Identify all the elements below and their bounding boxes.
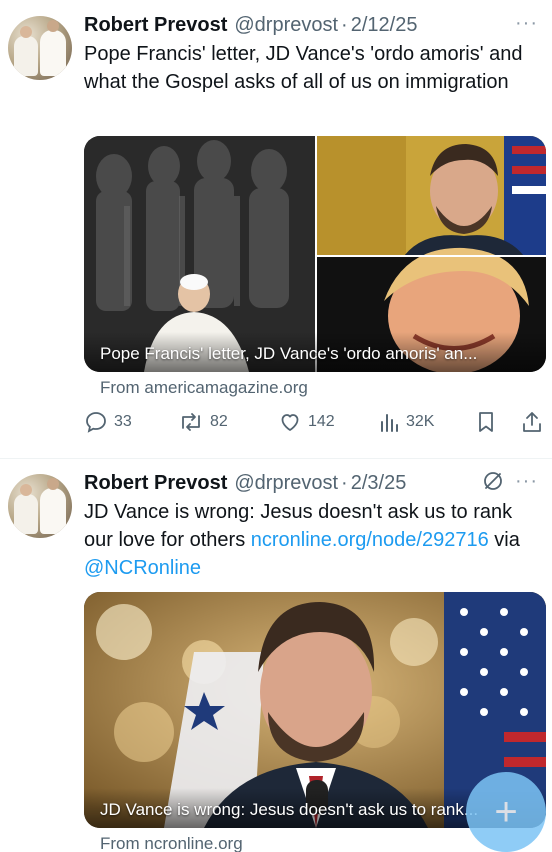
author-handle[interactable]: @drprevost xyxy=(234,472,338,495)
tweet-date[interactable]: 2/3/25 xyxy=(351,472,407,495)
tweet-date[interactable]: 2/12/25 xyxy=(351,14,418,37)
link-card[interactable]: Pope Francis' letter, JD Vance's 'ordo a… xyxy=(84,136,546,372)
bookmark-button[interactable] xyxy=(474,410,504,434)
views-button[interactable]: 32K xyxy=(378,410,434,434)
more-options-icon[interactable]: ··· xyxy=(515,12,538,35)
reply-count: 33 xyxy=(114,413,132,430)
grok-icon[interactable] xyxy=(482,470,504,498)
author-name[interactable]: Robert Prevost xyxy=(84,472,227,495)
views-count: 32K xyxy=(406,413,435,430)
tweet-text-part: via xyxy=(488,529,520,551)
tweet-mention-link[interactable]: @NCRonline xyxy=(84,557,201,579)
like-button[interactable]: 142 xyxy=(278,410,335,434)
author-handle[interactable]: @drprevost xyxy=(234,14,338,37)
compose-button[interactable]: + xyxy=(466,772,546,852)
tweet-link-url[interactable]: ncronline.org/node/292716 xyxy=(251,529,489,551)
compose-plus-icon: + xyxy=(494,790,518,834)
tweet-header: Robert Prevost @drprevost · 2/3/25 xyxy=(84,468,406,498)
action-bar: 33 82 142 32K xyxy=(84,410,546,440)
share-icon xyxy=(523,412,541,432)
separator-dot: · xyxy=(341,471,348,494)
card-source[interactable]: From americamagazine.org xyxy=(100,378,308,398)
tweet-text: Pope Francis' letter, JD Vance's 'ordo a… xyxy=(84,43,523,93)
heart-icon xyxy=(281,414,299,431)
card-caption: Pope Francis' letter, JD Vance's 'ordo a… xyxy=(100,344,478,363)
separator-dot: · xyxy=(341,13,348,36)
repost-count: 82 xyxy=(210,413,228,430)
tweet-1[interactable]: Robert Prevost @drprevost · 2/12/25 ··· … xyxy=(0,0,552,450)
tweet-2[interactable]: Robert Prevost @drprevost · 2/3/25 ··· J… xyxy=(0,458,552,852)
repost-button[interactable]: 82 xyxy=(178,410,228,434)
avatar[interactable] xyxy=(8,16,72,80)
reply-icon xyxy=(86,412,106,433)
more-options-icon[interactable]: ··· xyxy=(515,470,538,493)
analytics-icon xyxy=(381,414,398,432)
tweet-text: JD Vance is wrong: Jesus doesn't ask us … xyxy=(84,498,534,582)
share-button[interactable] xyxy=(520,410,550,434)
reply-button[interactable]: 33 xyxy=(84,410,132,434)
repost-icon xyxy=(182,413,200,431)
card-source[interactable]: From ncronline.org xyxy=(100,834,243,852)
avatar[interactable] xyxy=(8,474,72,538)
like-count: 142 xyxy=(308,413,335,430)
bookmark-icon xyxy=(479,412,493,432)
author-name[interactable]: Robert Prevost xyxy=(84,14,227,37)
tweet-header: Robert Prevost @drprevost · 2/12/25 xyxy=(84,10,417,40)
